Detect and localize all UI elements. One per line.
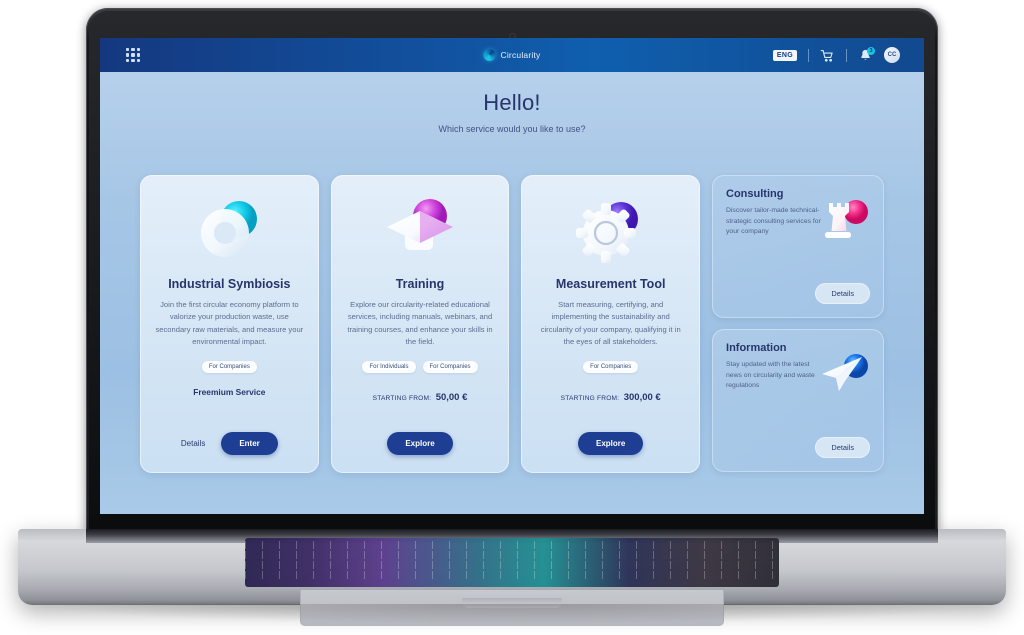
service-card-measurement-tool[interactable]: Measurement Tool Start measuring, certif… <box>521 175 701 473</box>
base-shadow <box>40 604 984 624</box>
circularity-logo-icon <box>483 49 496 61</box>
graduation-cap-icon <box>345 187 496 275</box>
info-card-description: Discover tailor-made technical-strategic… <box>726 207 821 236</box>
tag-for-companies: For Companies <box>583 361 639 374</box>
card-actions: Details Enter <box>140 432 319 455</box>
keyboard <box>245 538 779 587</box>
explore-button[interactable]: Explore <box>387 432 453 455</box>
notification-badge: 3 <box>867 46 875 55</box>
explore-button[interactable]: Explore <box>578 432 644 455</box>
card-actions: Explore <box>521 432 700 455</box>
card-title: Training <box>395 277 445 291</box>
header-actions: ENG 3 CC <box>772 46 900 63</box>
tag-row: For Companies <box>201 361 257 374</box>
laptop-mockup: Circularity ENG 3 CC Hello! Which servic… <box>0 0 1024 635</box>
cart-icon[interactable] <box>820 48 835 63</box>
chess-rook-icon <box>816 195 872 247</box>
tag-row: For Individuals For Companies <box>362 361 478 374</box>
language-badge[interactable]: ENG <box>772 49 797 61</box>
gear-icon <box>535 187 686 275</box>
price-label: STARTING FROM: <box>560 395 620 403</box>
divider <box>846 48 847 62</box>
card-title: Measurement Tool <box>555 277 666 291</box>
card-title: Industrial Symbiosis <box>168 277 291 291</box>
enter-button[interactable]: Enter <box>221 432 278 455</box>
details-button[interactable]: Details <box>815 437 871 458</box>
grid-menu-icon[interactable] <box>126 48 140 62</box>
app-header: Circularity ENG 3 CC <box>100 38 924 72</box>
screen-viewport: Circularity ENG 3 CC Hello! Which servic… <box>100 38 924 514</box>
brand-logo[interactable]: Circularity <box>483 49 541 61</box>
details-button[interactable]: Details <box>815 283 871 304</box>
card-description: Start measuring, certifying, and impleme… <box>540 300 681 346</box>
card-actions: Explore <box>331 432 510 455</box>
price-row: STARTING FROM: 300,00 € <box>561 387 661 405</box>
price-value: 50,00 € <box>435 392 468 404</box>
avatar[interactable]: CC <box>884 47 900 63</box>
tag-for-companies: For Companies <box>201 361 257 374</box>
price-value: 300,00 € <box>623 392 661 404</box>
page-subtitle: Which service would you like to use? <box>438 124 586 134</box>
service-card-training[interactable]: Training Explore our circularity-related… <box>330 175 510 473</box>
info-card-information[interactable]: Information Stay updated with the latest… <box>712 329 885 472</box>
service-card-industrial-symbiosis[interactable]: Industrial Symbiosis Join the first circ… <box>140 175 319 473</box>
tag-row: For Companies <box>583 361 639 374</box>
info-card-description: Stay updated with the latest news on cir… <box>726 361 815 390</box>
paper-plane-icon <box>816 349 872 401</box>
ring-torus-icon <box>154 187 305 275</box>
page-body: Hello! Which service would you like to u… <box>100 72 924 514</box>
hero-section: Hello! Which service would you like to u… <box>100 72 924 134</box>
divider <box>808 48 809 62</box>
card-description: Join the first circular economy platform… <box>155 300 304 346</box>
page-title: Hello! <box>483 90 541 115</box>
price-label: STARTING FROM: <box>372 395 432 403</box>
price-row: STARTING FROM: 50,00 € <box>373 387 468 405</box>
info-card-consulting[interactable]: Consulting Discover tailor-made technica… <box>712 175 885 318</box>
tag-for-companies: For Companies <box>422 361 478 374</box>
card-description: Explore our circularity-related educatio… <box>347 300 493 346</box>
tag-for-individuals: For Individuals <box>362 361 416 374</box>
details-link[interactable]: Details <box>181 439 205 448</box>
bell-icon[interactable]: 3 <box>858 46 875 63</box>
brand-name: Circularity <box>500 50 541 60</box>
service-cards-area: Industrial Symbiosis Join the first circ… <box>140 175 885 473</box>
side-panel: Consulting Discover tailor-made technica… <box>712 175 885 473</box>
plan-label: Freemium Service <box>193 387 266 398</box>
